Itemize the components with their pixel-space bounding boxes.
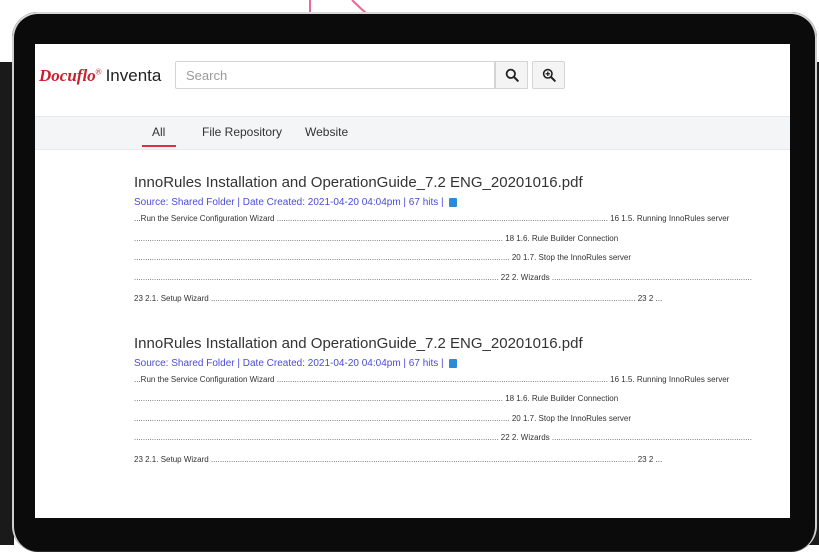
zoom-in-icon [542,68,556,82]
snippet-text: 18 1.6. Rule Builder Connection [505,233,619,243]
snippet-line: ...Run the Service Configuration Wizard … [134,370,790,390]
search-button[interactable] [495,61,528,89]
snippet-leader-dots: ........................................… [134,394,506,403]
snippet-leader-dots: ........................................… [134,433,501,442]
snippet-prefix: 23 2.1. Setup Wizard [134,294,209,303]
snippet-leader-dots: ........................................… [208,454,638,464]
snippet-prefix: ...Run the Service Configuration Wizard [134,374,275,384]
snippet-text: 16 1.5. Running InnoRules server [610,214,730,223]
snippet-line: 23 2.1. Setup Wizard ...................… [134,289,790,309]
result-snippet: ...Run the Service Configuration Wizard … [134,209,790,309]
advanced-search-button[interactable] [532,61,565,89]
result-meta-text[interactable]: Source: Shared Folder | Date Created: 20… [134,197,444,208]
snippet-prefix: ...Run the Service Configuration Wizard [134,214,275,223]
snippet-text: 23 2 ... [637,294,663,303]
snippet-text: 22 2. Wizards [500,272,550,282]
snippet-line: ........................................… [134,229,790,249]
snippet-leader-dots: ........................................… [274,374,611,384]
active-tab-indicator [142,145,176,147]
tab-website[interactable]: Website [305,125,348,139]
snippet-line: ........................................… [134,428,790,448]
search-tabs: All File Repository Website [35,116,790,150]
document-icon[interactable] [448,358,457,368]
snippet-text: 16 1.5. Running InnoRules server [610,374,730,384]
snippet-text: 18 1.6. Rule Builder Connection [505,394,619,403]
logo-product-name: Inventa [105,66,162,85]
result-title[interactable]: InnoRules Installation and OperationGuid… [134,335,790,352]
result-item: InnoRules Installation and OperationGuid… [134,174,790,309]
result-snippet: ...Run the Service Configuration Wizard … [134,370,790,470]
snippet-prefix: 23 2.1. Setup Wizard [134,454,209,464]
snippet-leader-dots: ........................................… [549,272,752,282]
search-input[interactable] [175,61,495,89]
tab-file-repository[interactable]: File Repository [202,125,282,139]
snippet-text: 22 2. Wizards [500,433,550,442]
app-header: Docuflo® Inventa [35,44,790,116]
snippet-line: ........................................… [134,409,790,429]
snippet-line: 23 2.1. Setup Wizard ...................… [134,450,790,470]
snippet-text: 20 1.7. Stop the InnoRules server [511,253,632,262]
logo-brand: Docuflo [39,66,96,85]
snippet-line: ........................................… [134,248,790,268]
snippet-leader-dots: ........................................… [274,214,611,223]
app-screen: Docuflo®Inventa All File Repository Webs… [35,44,790,518]
snippet-leader-dots: ........................................… [549,433,752,442]
result-meta: Source: Shared Folder | Date Created: 20… [134,358,790,369]
result-title[interactable]: InnoRules Installation and OperationGuid… [134,174,790,191]
document-icon[interactable] [448,198,457,207]
snippet-leader-dots: ........................................… [134,253,512,262]
result-item: InnoRules Installation and OperationGuid… [134,335,790,470]
search-results: InnoRules Installation and OperationGuid… [134,148,790,469]
logo-registered-mark: ® [95,67,102,77]
snippet-leader-dots: ........................................… [208,294,638,303]
search-icon [505,68,519,82]
snippet-leader-dots: ........................................… [134,272,501,282]
snippet-line: ...Run the Service Configuration Wizard … [134,209,790,229]
snippet-leader-dots: ........................................… [134,233,506,243]
app-logo[interactable]: Docuflo® Inventa [39,66,161,86]
snippet-leader-dots: ........................................… [134,413,512,423]
snippet-text: 23 2 ... [637,454,663,464]
tab-all[interactable]: All [152,125,165,139]
result-meta: Source: Shared Folder | Date Created: 20… [134,197,790,208]
snippet-text: 20 1.7. Stop the InnoRules server [511,413,632,423]
snippet-line: ........................................… [134,389,790,409]
snippet-line: ........................................… [134,268,790,288]
result-meta-text[interactable]: Source: Shared Folder | Date Created: 20… [134,358,444,369]
